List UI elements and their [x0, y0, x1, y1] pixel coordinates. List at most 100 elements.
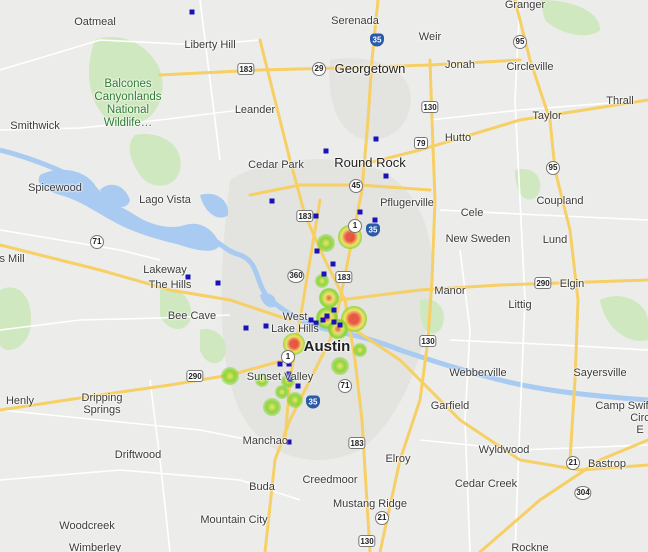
place-label: Rockne [511, 542, 549, 552]
park-area [0, 287, 31, 350]
place-label: Mustang Ridge [333, 498, 407, 510]
route-shield-state: 95 [546, 161, 560, 175]
route-shield-state: 95 [513, 35, 527, 49]
place-label: Pflugerville [380, 197, 434, 209]
place-label: Dripping Springs [81, 392, 123, 416]
heat-spot-low [353, 343, 367, 357]
heat-spot-low [263, 398, 281, 416]
place-label: Cedar Park [248, 159, 304, 171]
location-marker[interactable] [313, 213, 319, 219]
place-label: Austin [303, 338, 351, 355]
heat-spot-medium [319, 288, 339, 308]
place-label: Circ E [630, 412, 648, 436]
location-marker[interactable] [331, 307, 337, 313]
heat-spot-low [287, 392, 303, 408]
route-shield-us: 183 [237, 63, 255, 75]
park-area [200, 329, 226, 364]
heat-spot-low [221, 367, 239, 385]
place-label: Round Rock [334, 155, 406, 170]
route-shield-state: 71 [90, 235, 104, 249]
place-label: s Mill [0, 253, 25, 265]
place-label: Littig [508, 299, 532, 311]
place-label: Bastrop [588, 458, 626, 470]
place-label: Granger [504, 0, 546, 11]
location-marker[interactable] [383, 173, 389, 179]
place-label: Circleville [506, 61, 554, 73]
place-label: Spicewood [28, 182, 82, 194]
place-label: Lund [542, 234, 568, 246]
location-marker[interactable] [372, 217, 378, 223]
location-marker[interactable] [189, 9, 195, 15]
place-label: Bee Cave [167, 310, 217, 322]
place-label: Sayersville [573, 367, 627, 379]
route-shield-state: 1 [348, 219, 362, 233]
place-label: Cele [460, 207, 484, 219]
route-shield-state: 29 [312, 62, 326, 76]
place-label: Lago Vista [139, 194, 191, 206]
location-marker[interactable] [243, 325, 249, 331]
route-shield-us: 290 [534, 277, 552, 289]
place-label: Serenada [331, 15, 379, 27]
place-label: Balcones Canyonlands National Wildlife… [94, 78, 162, 129]
place-label: Woodcreek [59, 520, 115, 532]
location-marker[interactable] [331, 319, 337, 325]
location-marker[interactable] [321, 271, 327, 277]
lake [200, 193, 229, 218]
place-label: Smithwick [10, 120, 60, 132]
place-label: Webberville [449, 367, 507, 379]
place-label: Hutto [444, 132, 472, 144]
location-marker[interactable] [320, 317, 326, 323]
location-marker[interactable] [337, 322, 343, 328]
route-shield-us: 130 [421, 101, 439, 113]
place-label: Camp Swif [595, 400, 648, 412]
route-shield-us: 290 [186, 370, 204, 382]
place-label: Manchac [242, 435, 288, 447]
place-label: The Hills [148, 279, 192, 291]
place-label: Elgin [559, 278, 585, 290]
place-label: Leander [234, 104, 276, 116]
place-label: New Sweden [445, 233, 511, 245]
location-marker[interactable] [357, 209, 363, 215]
place-label: Mountain City [200, 514, 268, 526]
place-label: Weir [418, 31, 442, 43]
place-label: West Lake Hills [271, 311, 319, 335]
route-shield-us: 130 [358, 535, 376, 547]
location-marker[interactable] [269, 198, 275, 204]
place-label: Manor [434, 285, 466, 297]
location-marker[interactable] [215, 280, 221, 286]
place-label: Jonah [445, 59, 475, 71]
location-marker[interactable] [277, 361, 283, 367]
place-label: Driftwood [114, 449, 162, 461]
heat-spot-low [317, 234, 335, 252]
place-label: Buda [249, 481, 275, 493]
place-label: Elroy [385, 453, 411, 465]
location-marker[interactable] [295, 383, 301, 389]
location-marker[interactable] [323, 148, 329, 154]
location-marker[interactable] [263, 323, 269, 329]
route-shield-us: 183 [296, 210, 314, 222]
place-label: Oatmeal [74, 16, 116, 28]
route-shield-us: 130 [419, 335, 437, 347]
map-canvas[interactable]: 35 183 29 95 130 79 95 45 183 1 35 71 360 183 290 130 1 2… [0, 0, 648, 552]
place-label: Wyldwood [478, 444, 530, 456]
place-label: Taylor [532, 110, 562, 122]
place-label: Sunset Valley [246, 371, 314, 383]
place-label: Henly [5, 395, 35, 407]
place-label: Thrall [606, 95, 634, 107]
route-shield-state: 45 [349, 179, 363, 193]
route-shield-us: 183 [348, 437, 366, 449]
route-shield-us: 183 [335, 271, 353, 283]
route-shield-us: 79 [414, 137, 428, 149]
location-marker[interactable] [314, 248, 320, 254]
place-label: Creedmoor [302, 474, 358, 486]
route-shield-state: 21 [375, 511, 389, 525]
park-area [600, 296, 648, 341]
route-shield-state: 1 [281, 350, 295, 364]
location-marker[interactable] [330, 261, 336, 267]
place-label: Cedar Creek [454, 478, 518, 490]
location-marker[interactable] [373, 136, 379, 142]
park-area [129, 134, 181, 186]
heat-spot-low [331, 357, 349, 375]
route-shield-state: 71 [338, 379, 352, 393]
place-label: Liberty Hill [184, 39, 236, 51]
